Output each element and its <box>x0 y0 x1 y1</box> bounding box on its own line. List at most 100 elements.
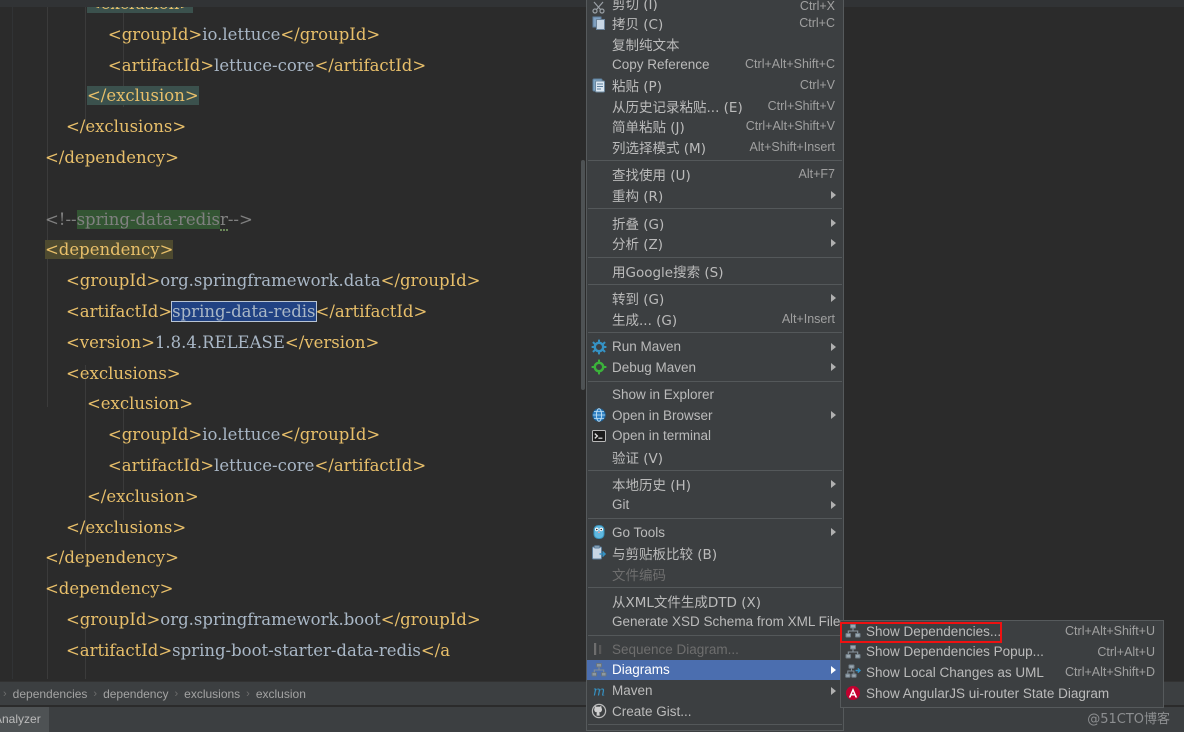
menu-item-label: 查找使用 (U) <box>612 168 691 185</box>
breadcrumb-item-dependency[interactable]: dependency <box>100 687 171 701</box>
menu-item-r[interactable]: 重构 (R) <box>587 185 843 206</box>
menu-item-label: Run Maven <box>612 339 682 355</box>
diagrams-submenu[interactable]: Show Dependencies... Ctrl+Alt+Shift+U Show… <box>840 620 1164 708</box>
breadcrumb-item-exclusions[interactable]: exclusions <box>181 687 243 701</box>
code-line[interactable]: </dependency> <box>24 543 179 574</box>
code-token: <artifactId> <box>107 456 215 475</box>
code-token: </exclusions> <box>65 517 187 537</box>
submenu-item-show-dependencies[interactable]: Show Dependencies... Ctrl+Alt+Shift+U <box>841 621 1163 642</box>
code-line[interactable]: <groupId>io.lettuce</groupId> <box>24 20 380 51</box>
code-token: <groupId> <box>65 271 161 291</box>
code-line[interactable]: </exclusion> <box>24 81 199 112</box>
menu-item-generate-xsd-schema-from-xml-file[interactable]: Generate XSD Schema from XML File... <box>587 611 843 632</box>
menu-item-[interactable]: 复制纯文本 <box>587 34 843 55</box>
menu-item-e[interactable]: 从历史记录粘贴... (E) Ctrl+Shift+V <box>587 95 843 116</box>
submenu-item-label: Show Local Changes as UML <box>866 664 1044 680</box>
code-line[interactable]: </exclusions> <box>24 513 186 544</box>
menu-item-diagrams[interactable]: Diagrams <box>587 659 843 681</box>
menu-item-h[interactable]: 本地历史 (H) <box>587 474 843 495</box>
code-line[interactable]: </dependency> <box>24 143 179 174</box>
code-line[interactable]: <exclusions> <box>24 359 181 390</box>
code-token: <version> <box>65 332 155 352</box>
code-line[interactable]: </exclusions> <box>24 112 186 143</box>
gopher-icon <box>591 524 607 540</box>
menu-item-show-in-explorer[interactable]: Show in Explorer <box>587 385 843 406</box>
menu-item-maven[interactable]: m Maven <box>587 680 843 701</box>
paste-icon <box>591 77 607 93</box>
code-token: </artifactId> <box>315 302 428 321</box>
code-line[interactable]: <artifactId>spring-data-redis</artifactI… <box>24 297 427 328</box>
code-token: --> <box>227 209 253 229</box>
code-token: <!-- <box>44 209 77 229</box>
code-line[interactable]: <artifactId>lettuce-core</artifactId> <box>24 451 426 482</box>
code-line[interactable]: </exclusion> <box>24 482 199 513</box>
menu-item-debug-maven[interactable]: Debug Maven <box>587 357 843 378</box>
breadcrumb-item-dependencies[interactable]: dependencies <box>10 687 91 701</box>
menu-item-go-tools[interactable]: Go Tools <box>587 522 843 543</box>
menu-item-open-in-terminal[interactable]: Open in terminal <box>587 426 843 447</box>
svg-text:m: m <box>593 684 605 699</box>
submenu-item-show-local-changes-as-uml[interactable]: Show Local Changes as UML Ctrl+Alt+Shift+… <box>841 662 1163 683</box>
code-line[interactable]: <groupId>io.lettuce</groupId> <box>24 420 380 451</box>
menu-item-v[interactable]: 验证 (V) <box>587 446 843 467</box>
compare-clipboard-icon <box>591 545 607 561</box>
code-line[interactable]: <artifactId>lettuce-core</artifactId> <box>24 51 426 82</box>
editor-scrollbar-thumb[interactable] <box>581 160 585 390</box>
diagrams-icon <box>591 662 607 678</box>
code-line[interactable]: <exclusion> <box>24 7 194 20</box>
menu-item-run-maven[interactable]: Run Maven <box>587 336 843 357</box>
menu-separator <box>588 256 842 258</box>
menu-item-g[interactable]: 转到 (G) <box>587 288 843 309</box>
menu-item-label: 转到 (G) <box>612 292 665 309</box>
code-token: </dependency> <box>44 548 179 568</box>
menu-item-i[interactable]: 剪切 (I) Ctrl+X <box>587 0 843 14</box>
menu-item-google-s[interactable]: 用Google搜索 (S) <box>587 261 843 282</box>
code-token: <artifactId> <box>65 302 173 321</box>
menu-separator <box>588 518 842 520</box>
code-line[interactable]: <artifactId>spring-boot-starter-data-red… <box>24 636 450 667</box>
code-line[interactable]: <exclusion> <box>24 389 193 420</box>
submenu-item-show-angularjs-ui-router-state-diagram[interactable]: Show AngularJS ui-router State Diagram <box>841 683 1163 704</box>
code-token: 1.8.4.RELEASE <box>154 332 285 352</box>
menu-item-g[interactable]: 生成... (G) Alt+Insert <box>587 309 843 330</box>
code-line[interactable]: <version>1.8.4.RELEASE</version> <box>24 328 379 359</box>
chevron-right-icon <box>831 528 836 537</box>
code-token: <exclusion> <box>86 7 194 13</box>
menu-item-shortcut: Ctrl+C <box>799 16 835 31</box>
code-token: </dependency> <box>44 148 179 167</box>
uml-changes-icon <box>845 664 861 680</box>
chevron-right-icon <box>831 218 836 227</box>
menu-separator <box>588 380 842 382</box>
menu-item-create-gist[interactable]: Create Gist... <box>587 701 843 722</box>
code-token: </groupId> <box>280 24 381 44</box>
diagrams-icon <box>845 623 861 639</box>
code-text[interactable]: <exclusion> <groupId>io.lettuce</groupId… <box>0 7 586 679</box>
code-line[interactable]: <!--spring-data-redisr--> <box>24 205 253 236</box>
menu-item-git[interactable]: Git <box>587 494 843 515</box>
menu-item-xml-dtd-x[interactable]: 从XML文件生成DTD (X) <box>587 591 843 612</box>
menu-item-copy-reference[interactable]: Copy Reference Ctrl+Alt+Shift+C <box>587 54 843 75</box>
tool-window-tab-analyzer[interactable]: Analyzer <box>0 707 49 732</box>
menu-separator <box>588 635 842 637</box>
code-line[interactable]: <dependency> <box>24 235 174 266</box>
menu-item-u[interactable]: 查找使用 (U) Alt+F7 <box>587 164 843 185</box>
code-token: <dependency> <box>44 240 174 260</box>
menu-item-b[interactable]: 与剪贴板比较 (B) <box>587 543 843 564</box>
menu-item-z[interactable]: 分析 (Z) <box>587 233 843 254</box>
submenu-item-show-dependencies-popup[interactable]: Show Dependencies Popup... Ctrl+Alt+U <box>841 642 1163 663</box>
debug-maven-icon <box>591 359 607 375</box>
menu-item-j[interactable]: 简单粘贴 (J) Ctrl+Alt+Shift+V <box>587 116 843 137</box>
code-line[interactable]: <dependency> <box>24 574 173 605</box>
code-token: <groupId> <box>107 425 203 445</box>
menu-item-label: Diagrams <box>612 662 670 678</box>
menu-item-m[interactable]: 列选择模式 (M) Alt+Shift+Insert <box>587 137 843 158</box>
menu-item-c[interactable]: 拷贝 (C) Ctrl+C <box>587 13 843 34</box>
code-line[interactable]: <groupId>org.springframework.data</group… <box>24 266 481 297</box>
menu-item-open-in-browser[interactable]: Open in Browser <box>587 405 843 426</box>
menu-item-g[interactable]: 折叠 (G) <box>587 212 843 233</box>
menu-item-p[interactable]: 粘贴 (P) Ctrl+V <box>587 75 843 96</box>
context-menu[interactable]: 剪切 (I) Ctrl+X 拷贝 (C) Ctrl+C 复制纯文本 Copy Refere… <box>586 0 844 731</box>
menu-item-shortcut: Ctrl+Shift+V <box>767 98 835 113</box>
breadcrumb-item-exclusion[interactable]: exclusion <box>253 687 309 701</box>
code-line[interactable]: <groupId>org.springframework.boot</group… <box>24 605 481 636</box>
